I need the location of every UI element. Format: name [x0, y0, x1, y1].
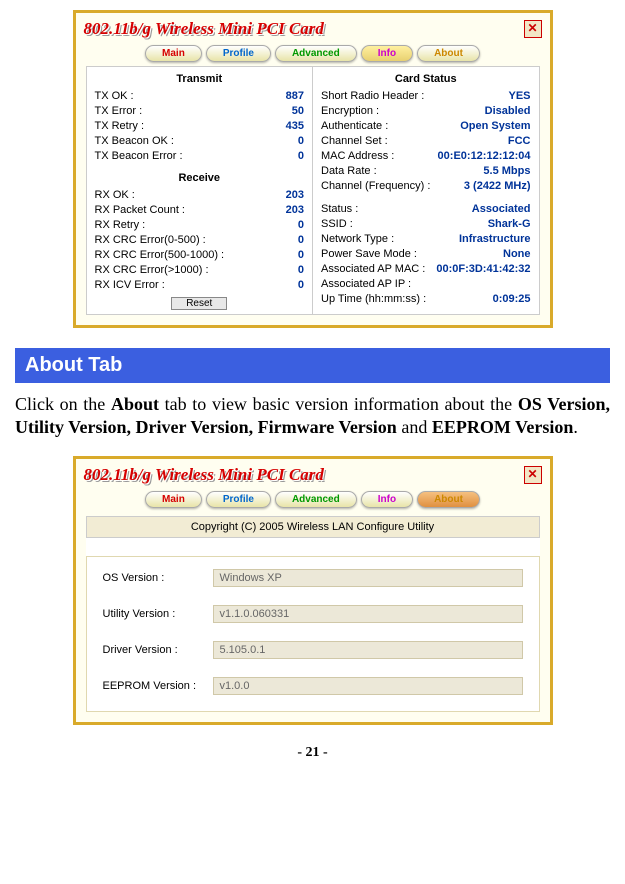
field-label: TX Beacon Error : [95, 149, 183, 164]
field-value: 00:0F:3D:41:42:32 [436, 262, 530, 277]
field-value: 0 [298, 134, 304, 149]
field-value: FCC [508, 134, 531, 149]
field-value: Shark-G [488, 217, 531, 232]
field-value: 0 [298, 149, 304, 164]
field-label: RX Packet Count : [95, 203, 186, 218]
field-value: Disabled [485, 104, 531, 119]
field-label: SSID : [321, 217, 353, 232]
field-label: TX Beacon OK : [95, 134, 174, 149]
about-window: 802.11b/g Wireless Mini PCI Card ✕ Main … [73, 456, 553, 725]
field-label: Short Radio Header : [321, 89, 424, 104]
close-icon[interactable]: ✕ [524, 466, 542, 484]
field-label: RX Retry : [95, 218, 146, 233]
field-label: Associated AP MAC : [321, 262, 425, 277]
field-label: Status : [321, 202, 358, 217]
field-value: 00:E0:12:12:12:04 [438, 149, 531, 164]
section-heading: About Tab [15, 348, 610, 383]
field-value: 0 [298, 278, 304, 293]
version-field: 5.105.0.1 [213, 641, 523, 659]
field-value: 5.5 Mbps [483, 164, 530, 179]
tab-profile[interactable]: Profile [206, 45, 271, 62]
version-label: Driver Version : [103, 644, 213, 656]
version-panel: OS Version : Windows XP Utility Version … [86, 556, 540, 712]
tab-main[interactable]: Main [145, 491, 202, 508]
version-label: Utility Version : [103, 608, 213, 620]
field-value: None [503, 247, 531, 262]
field-label: Up Time (hh:mm:ss) : [321, 292, 426, 307]
field-label: Channel (Frequency) : [321, 179, 430, 194]
field-label: Authenticate : [321, 119, 388, 134]
version-field: Windows XP [213, 569, 523, 587]
page-number: - 21 - [15, 745, 610, 761]
field-label: Data Rate : [321, 164, 377, 179]
field-label: RX CRC Error(500-1000) : [95, 248, 225, 263]
field-label: MAC Address : [321, 149, 394, 164]
transmit-header: Transmit [95, 71, 305, 89]
field-label: RX CRC Error(>1000) : [95, 263, 209, 278]
field-label: TX OK : [95, 89, 134, 104]
right-column: Card Status Short Radio Header : YES Encr… [312, 67, 539, 314]
field-value: 0 [298, 248, 304, 263]
field-value: 0 [298, 263, 304, 278]
field-value: 203 [286, 188, 304, 203]
field-label: TX Retry : [95, 119, 145, 134]
tab-main[interactable]: Main [145, 45, 202, 62]
left-column: Transmit TX OK : 887 TX Error : 50 TX Retr… [87, 67, 313, 314]
tab-bar: Main Profile Advanced Info About [80, 41, 546, 66]
version-field: v1.0.0 [213, 677, 523, 695]
tab-about[interactable]: About [417, 491, 480, 508]
about-body: Copyright (C) 2005 Wireless LAN Configur… [86, 516, 540, 712]
close-icon[interactable]: ✕ [524, 20, 542, 38]
tab-advanced[interactable]: Advanced [275, 45, 357, 62]
receive-header: Receive [95, 170, 305, 188]
field-label: Network Type : [321, 232, 394, 247]
window-title: 802.11b/g Wireless Mini PCI Card [84, 19, 324, 39]
field-label: RX OK : [95, 188, 135, 203]
copyright-text: Copyright (C) 2005 Wireless LAN Configur… [86, 516, 540, 538]
field-value: 435 [286, 119, 304, 134]
field-value: 0:09:25 [493, 292, 531, 307]
tab-info[interactable]: Info [361, 45, 413, 62]
tab-about[interactable]: About [417, 45, 480, 62]
field-value: Infrastructure [459, 232, 531, 247]
tab-advanced[interactable]: Advanced [275, 491, 357, 508]
card-status-header: Card Status [321, 71, 531, 89]
field-value: 887 [286, 89, 304, 104]
field-value: 0 [298, 233, 304, 248]
body-paragraph: Click on the About tab to view basic ver… [15, 393, 610, 440]
window-title: 802.11b/g Wireless Mini PCI Card [84, 465, 324, 485]
field-value: 3 (2422 MHz) [464, 179, 531, 194]
version-label: EEPROM Version : [103, 680, 213, 692]
field-label: Channel Set : [321, 134, 388, 149]
field-value: 0 [298, 218, 304, 233]
field-value: 203 [286, 203, 304, 218]
stats-body: Transmit TX OK : 887 TX Error : 50 TX Retr… [86, 66, 540, 315]
reset-button[interactable]: Reset [171, 297, 227, 310]
field-value: YES [508, 89, 530, 104]
field-label: TX Error : [95, 104, 143, 119]
field-value: Associated [472, 202, 531, 217]
tab-profile[interactable]: Profile [206, 491, 271, 508]
field-value: Open System [460, 119, 530, 134]
tab-info[interactable]: Info [361, 491, 413, 508]
field-value: 50 [292, 104, 304, 119]
info-window: 802.11b/g Wireless Mini PCI Card ✕ Main … [73, 10, 553, 328]
field-label: Associated AP IP : [321, 277, 411, 292]
version-field: v1.1.0.060331 [213, 605, 523, 623]
field-label: Encryption : [321, 104, 379, 119]
version-label: OS Version : [103, 572, 213, 584]
tab-bar: Main Profile Advanced Info About [80, 487, 546, 512]
field-label: Power Save Mode : [321, 247, 417, 262]
field-label: RX ICV Error : [95, 278, 165, 293]
field-label: RX CRC Error(0-500) : [95, 233, 206, 248]
